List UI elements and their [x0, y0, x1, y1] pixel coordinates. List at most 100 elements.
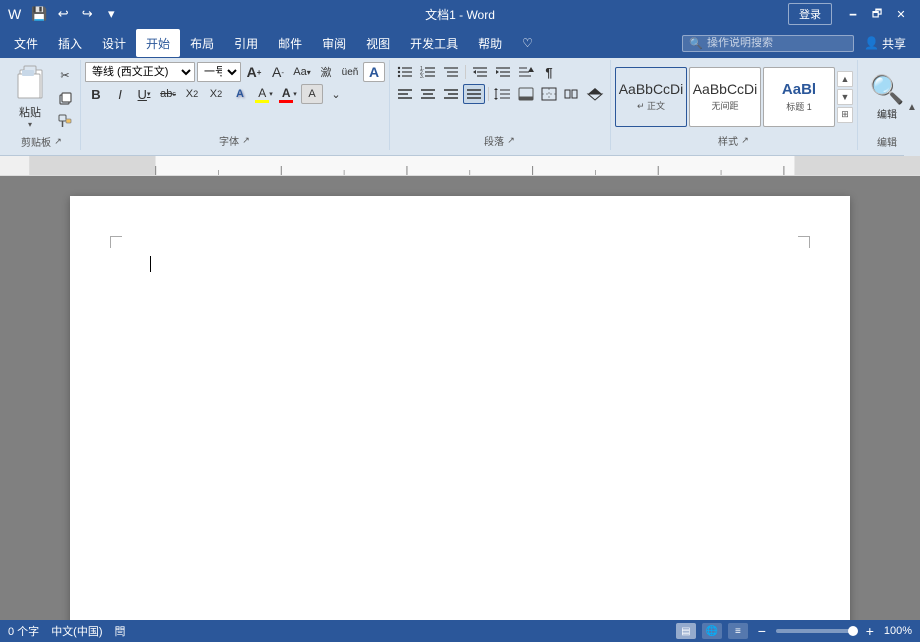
print-view-btn[interactable]: ▤: [676, 623, 696, 639]
font-color: A: [279, 86, 293, 103]
bold-button[interactable]: B: [85, 84, 107, 104]
menu-mailings[interactable]: 邮件: [268, 29, 312, 57]
menu-file[interactable]: 文件: [4, 29, 48, 57]
menu-view[interactable]: 视图: [356, 29, 400, 57]
ruler-corner[interactable]: [0, 156, 30, 176]
mode-indicator[interactable]: 閆: [115, 623, 126, 639]
text-style-down[interactable]: ⌄: [325, 84, 347, 104]
menu-insert[interactable]: 插入: [48, 29, 92, 57]
web-view-btn[interactable]: 🌐: [702, 623, 722, 639]
document-page[interactable]: [70, 196, 850, 620]
unordered-list-btn[interactable]: [394, 62, 416, 82]
font-size-decrease[interactable]: A-: [267, 62, 289, 82]
customize-quick-btn[interactable]: ▾: [101, 4, 121, 24]
copy-button[interactable]: [54, 87, 76, 109]
menu-references[interactable]: 引用: [224, 29, 268, 57]
menu-help[interactable]: 帮助: [468, 29, 512, 57]
menu-review[interactable]: 审阅: [312, 29, 356, 57]
justify-btn[interactable]: [463, 84, 485, 104]
ribbon-collapse-btn[interactable]: ▲: [904, 58, 920, 156]
font-name-select[interactable]: 等线 (西文正文): [85, 62, 195, 82]
unicode-btn[interactable]: üeñ: [339, 62, 361, 82]
style-normal[interactable]: AaBbCcDi ↵ 正文: [615, 67, 687, 127]
title-bar: W 💾 ↩ ↪ ▾ 文档1 - Word 登录 🗕 🗗 ✕: [0, 0, 920, 28]
paragraph-group: 1.2.3. ¶: [390, 60, 611, 150]
zoom-in-btn[interactable]: +: [862, 623, 878, 639]
highlight-btn[interactable]: A ▾: [253, 84, 275, 104]
styles-group: AaBbCcDi ↵ 正文 AaBbCcDi 无间距 AaBl 标题 1 ▲ ▼…: [611, 60, 858, 150]
show-formatting-btn[interactable]: ¶: [538, 62, 560, 82]
text-effect-btn[interactable]: A: [229, 84, 251, 104]
text-style-btn[interactable]: A: [301, 84, 323, 104]
zoom-slider[interactable]: [776, 629, 856, 633]
menu-layout[interactable]: 布局: [180, 29, 224, 57]
word-count: 0 个字: [8, 623, 39, 639]
format-painter-button[interactable]: [54, 110, 76, 132]
italic-button[interactable]: I: [109, 84, 131, 104]
paste-button[interactable]: 粘贴 ▾: [8, 62, 52, 131]
align-center-btn[interactable]: [417, 84, 439, 104]
style-scroll-up[interactable]: ▲: [837, 71, 853, 87]
status-right: ▤ 🌐 ≡ − + 100%: [676, 623, 912, 639]
clipboard-expand[interactable]: ↗: [53, 137, 63, 147]
ordered-list-btn[interactable]: 1.2.3.: [417, 62, 439, 82]
zoom-thumb[interactable]: [848, 626, 858, 636]
text-A-btn[interactable]: A: [363, 62, 385, 82]
menu-home[interactable]: 开始: [136, 29, 180, 57]
menu-lightbulb[interactable]: ♡: [512, 29, 543, 57]
language-indicator[interactable]: 中文(中国): [51, 623, 102, 639]
underline-button[interactable]: U▾: [133, 84, 155, 104]
columns-btn[interactable]: [561, 84, 583, 104]
highlight-color-btn: A: [255, 86, 269, 103]
increase-indent-btn[interactable]: [492, 62, 514, 82]
para-sort-btn[interactable]: [584, 84, 606, 104]
font-size-increase[interactable]: A+: [243, 62, 265, 82]
clear-format-btn[interactable]: 㶑: [315, 62, 337, 82]
save-quick-btn[interactable]: 💾: [29, 4, 49, 24]
shading-btn[interactable]: [515, 84, 537, 104]
align-right-btn[interactable]: [440, 84, 462, 104]
border-btn[interactable]: [538, 84, 560, 104]
login-button[interactable]: 登录: [788, 3, 832, 25]
document-content[interactable]: [150, 256, 770, 556]
zoom-out-btn[interactable]: −: [754, 623, 770, 639]
menu-developer[interactable]: 开发工具: [400, 29, 468, 57]
menu-design[interactable]: 设计: [92, 29, 136, 57]
corner-mark-tl: [110, 236, 122, 248]
styles-expand[interactable]: ↗: [740, 136, 750, 146]
document-area[interactable]: [0, 176, 920, 620]
word-icon: W: [8, 6, 21, 22]
align-left-btn[interactable]: [394, 84, 416, 104]
svg-text:3.: 3.: [420, 74, 424, 80]
strikethrough-button[interactable]: abc: [157, 84, 179, 104]
quick-access-toolbar: W 💾 ↩ ↪ ▾: [8, 4, 121, 24]
menu-search-input[interactable]: [707, 37, 847, 49]
paste-dropdown-icon[interactable]: ▾: [28, 120, 32, 129]
style-scroll-controls: ▲ ▼ ⊞: [837, 71, 853, 123]
font-label: 字体 ↗: [85, 133, 385, 148]
style-scroll-down[interactable]: ▼: [837, 89, 853, 105]
maximize-button[interactable]: 🗗: [866, 3, 888, 25]
close-button[interactable]: ✕: [890, 3, 912, 25]
menu-share[interactable]: 👤共享: [854, 29, 916, 57]
style-no-spacing[interactable]: AaBbCcDi 无间距: [689, 67, 761, 127]
minimize-button[interactable]: 🗕: [842, 3, 864, 25]
sort-btn[interactable]: [515, 62, 537, 82]
superscript-button[interactable]: X2: [205, 84, 227, 104]
change-case-btn[interactable]: Aa▾: [291, 62, 313, 82]
redo-quick-btn[interactable]: ↪: [77, 4, 97, 24]
menu-search-area[interactable]: 🔍: [682, 35, 854, 52]
font-expand[interactable]: ↗: [241, 136, 251, 146]
font-color-btn[interactable]: A ▾: [277, 84, 299, 104]
cut-button[interactable]: ✂: [54, 64, 76, 86]
outline-view-btn[interactable]: ≡: [728, 623, 748, 639]
decrease-indent-btn[interactable]: [469, 62, 491, 82]
style-scroll-more[interactable]: ⊞: [837, 107, 853, 123]
multilevel-list-btn[interactable]: [440, 62, 462, 82]
paragraph-expand[interactable]: ↗: [506, 136, 516, 146]
subscript-button[interactable]: X2: [181, 84, 203, 104]
undo-quick-btn[interactable]: ↩: [53, 4, 73, 24]
line-spacing-btn[interactable]: [492, 84, 514, 104]
style-heading1[interactable]: AaBl 标题 1: [763, 67, 835, 127]
font-size-select[interactable]: 一号: [197, 62, 241, 82]
